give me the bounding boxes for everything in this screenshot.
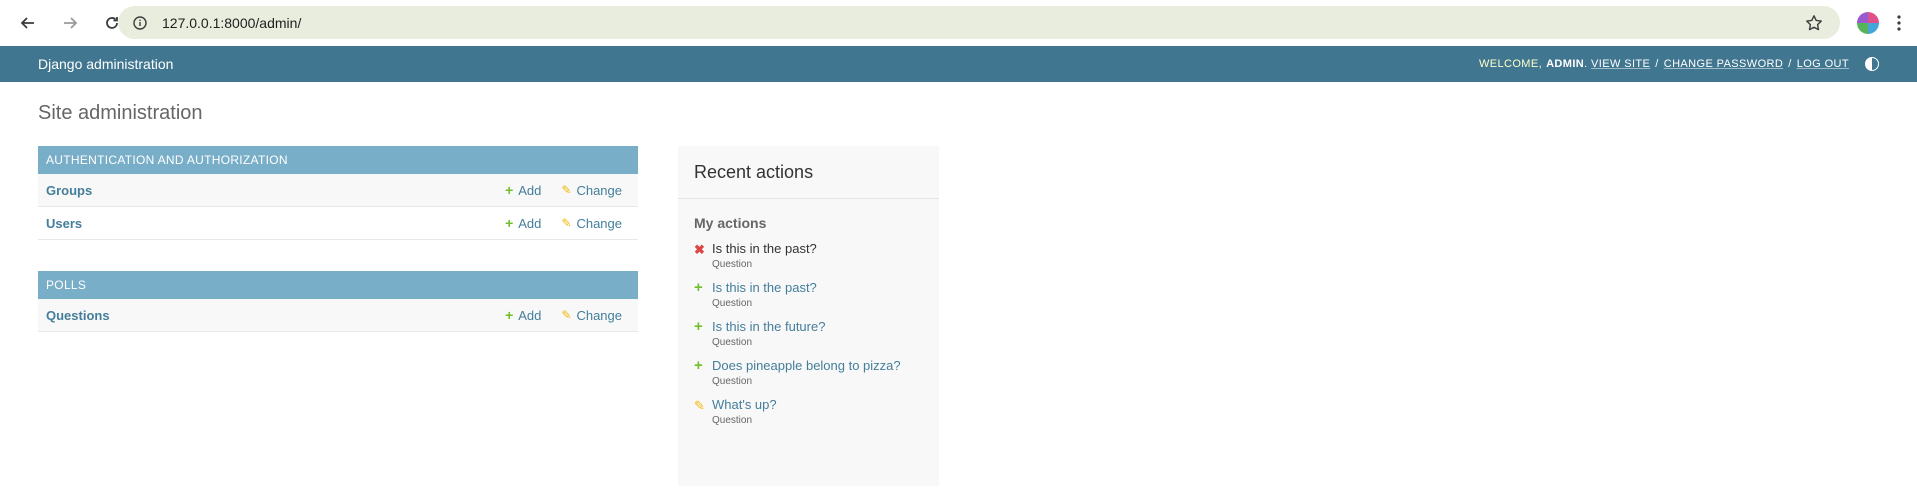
- my-actions-subtitle: My actions: [694, 215, 767, 231]
- list-item: + Does pineapple belong to pizza? Questi…: [694, 357, 923, 387]
- change-password-link[interactable]: Change password: [1664, 58, 1783, 70]
- module-caption[interactable]: Authentication and Authorization: [38, 146, 638, 174]
- bookmark-star-icon[interactable]: [1802, 11, 1826, 35]
- action-type: Question: [712, 259, 753, 270]
- change-users-link[interactable]: ✎ Change: [561, 216, 622, 231]
- action-type: Question: [712, 415, 753, 426]
- model-link-users[interactable]: Users: [46, 216, 82, 231]
- plus-icon: +: [694, 318, 703, 335]
- more-vert-icon[interactable]: [1891, 12, 1907, 34]
- theme-toggle-icon[interactable]: [1865, 57, 1879, 71]
- user-tools: Welcome, admin. View site / Change passw…: [1479, 57, 1879, 71]
- log-out-link[interactable]: Log out: [1797, 58, 1849, 70]
- add-users-link[interactable]: + Add: [505, 215, 541, 231]
- arrow-right-icon: [64, 17, 78, 29]
- url-text[interactable]: 127.0.0.1:8000/admin/: [162, 15, 301, 31]
- model-link-groups[interactable]: Groups: [46, 183, 92, 198]
- model-list: Groups + Add ✎ Change Users + Add ✎ Change: [38, 174, 638, 240]
- action-type: Question: [712, 337, 753, 348]
- site-branding[interactable]: Django administration: [38, 56, 173, 72]
- arrow-left-icon: [20, 17, 34, 29]
- browser-toolbar: 127.0.0.1:8000/admin/: [0, 0, 1917, 46]
- module-auth: Authentication and Authorization Groups …: [38, 146, 638, 240]
- module-caption[interactable]: Polls: [38, 271, 638, 299]
- change-questions-link[interactable]: ✎ Change: [561, 308, 622, 323]
- recent-actions-title: Recent actions: [678, 146, 939, 199]
- action-type: Question: [712, 376, 753, 387]
- welcome-text: Welcome,: [1478, 58, 1543, 70]
- pencil-icon: ✎: [694, 398, 705, 413]
- action-title: Is this in the past?: [712, 241, 817, 256]
- admin-header: Django administration Welcome, admin. Vi…: [0, 46, 1917, 82]
- pencil-icon: ✎: [561, 216, 572, 230]
- pencil-icon: ✎: [561, 183, 572, 197]
- change-groups-link[interactable]: ✎ Change: [561, 183, 622, 198]
- forward-button[interactable]: [52, 5, 88, 41]
- list-item: + Is this in the past? Question: [694, 279, 923, 309]
- action-title-link[interactable]: Does pineapple belong to pizza?: [712, 358, 901, 373]
- action-type: Question: [712, 298, 753, 309]
- delete-x-icon: ✖: [694, 242, 705, 257]
- content-area: Site administration Authentication and A…: [38, 82, 1917, 501]
- plus-icon: +: [694, 357, 703, 374]
- table-row: Users + Add ✎ Change: [38, 207, 638, 240]
- back-button[interactable]: [10, 5, 46, 41]
- pencil-icon: ✎: [561, 308, 572, 322]
- module-polls: Polls Questions + Add ✎ Change: [38, 271, 638, 332]
- plus-icon: +: [505, 307, 514, 323]
- model-link-questions[interactable]: Questions: [46, 308, 110, 323]
- list-item: ✖ Is this in the past? Question: [694, 241, 923, 270]
- add-groups-link[interactable]: + Add: [505, 182, 541, 198]
- add-questions-link[interactable]: + Add: [505, 307, 541, 323]
- recent-actions-panel: Recent actions My actions ✖ Is this in t…: [678, 146, 939, 486]
- site-info-icon[interactable]: [130, 13, 150, 33]
- table-row: Questions + Add ✎ Change: [38, 299, 638, 332]
- table-row: Groups + Add ✎ Change: [38, 174, 638, 207]
- plus-icon: +: [694, 279, 703, 296]
- action-list: ✖ Is this in the past? Question + Is thi…: [678, 241, 939, 426]
- list-item: + Is this in the future? Question: [694, 318, 923, 348]
- action-title-link[interactable]: What's up?: [712, 397, 777, 412]
- profile-avatar[interactable]: [1857, 12, 1879, 34]
- plus-icon: +: [505, 215, 514, 231]
- username: admin: [1546, 58, 1585, 70]
- address-bar[interactable]: 127.0.0.1:8000/admin/: [118, 6, 1840, 39]
- list-item: ✎ What's up? Question: [694, 397, 923, 426]
- action-title-link[interactable]: Is this in the future?: [712, 319, 825, 334]
- branding-title[interactable]: Django administration: [38, 56, 173, 72]
- view-site-link[interactable]: View site: [1591, 58, 1650, 70]
- page-title: Site administration: [38, 102, 203, 124]
- plus-icon: +: [505, 182, 514, 198]
- action-title-link[interactable]: Is this in the past?: [712, 280, 817, 295]
- model-list: Questions + Add ✎ Change: [38, 299, 638, 332]
